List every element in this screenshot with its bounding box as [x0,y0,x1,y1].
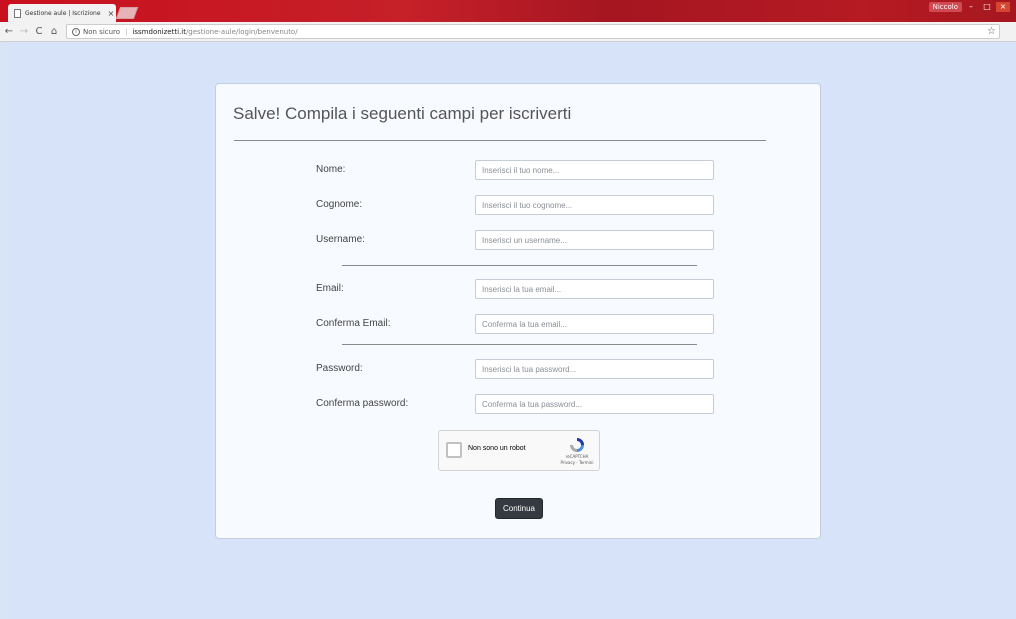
title-divider [234,140,766,141]
bookmark-star-icon[interactable]: ☆ [987,26,996,37]
back-icon[interactable]: ← [3,26,15,37]
confirm-password-input[interactable] [475,394,714,414]
close-window-button[interactable]: × [996,2,1010,12]
minimize-button[interactable]: – [964,2,978,12]
security-status: Non sicuro [83,27,121,36]
password-label: Password: [316,363,363,374]
confirm-email-input[interactable] [475,314,714,334]
section-divider-1 [342,265,697,266]
recaptcha-icon [570,438,584,452]
form-row-nome: Nome: [216,160,822,180]
url-separator: | [125,27,128,36]
address-bar[interactable]: i Non sicuro | issmdonizetti.it /gestion… [66,24,1000,39]
window-controls: Niccolo – □ × [928,2,1010,12]
cognome-label: Cognome: [316,199,363,210]
email-label: Email: [316,283,344,294]
nome-label: Nome: [316,164,346,175]
form-row-cognome: Cognome: [216,195,822,215]
username-input[interactable] [475,230,714,250]
browser-toolbar: ← → C ⌂ i Non sicuro | issmdonizetti.it … [0,22,1016,42]
username-label: Username: [316,234,365,245]
confirm-password-label: Conferma password: [316,398,409,409]
recaptcha-label: Non sono un robot [468,445,526,452]
signup-card: Salve! Compila i seguenti campi per iscr… [215,83,821,539]
section-divider-2 [342,344,697,345]
confirm-email-label: Conferma Email: [316,318,391,329]
nome-input[interactable] [475,160,714,180]
forward-icon[interactable]: → [18,26,30,37]
close-tab-icon[interactable]: × [106,9,116,18]
email-input[interactable] [475,279,714,299]
reload-icon[interactable]: C [33,26,45,37]
page-content: Salve! Compila i seguenti campi per iscr… [7,43,1016,619]
password-input[interactable] [475,359,714,379]
form-row-email: Email: [216,279,822,299]
form-row-confirm-email: Conferma Email: [216,314,822,334]
recaptcha-checkbox[interactable] [446,442,462,458]
info-icon[interactable]: i [72,27,80,36]
browser-tab[interactable]: Gestione aule | Iscrizione × [8,4,116,22]
url-path: /gestione-aule/login/benvenuto/ [185,27,298,36]
new-tab-button[interactable] [115,7,139,19]
recaptcha-brand: reCAPTCHA [565,454,589,459]
tab-title: Gestione aule | Iscrizione [25,9,101,17]
cognome-input[interactable] [475,195,714,215]
profile-button[interactable]: Niccolo [928,2,962,12]
home-icon[interactable]: ⌂ [48,26,60,37]
page-title: Salve! Compila i seguenti campi per iscr… [233,104,572,123]
continue-button[interactable]: Continua [495,498,543,519]
page-icon [14,8,21,18]
form-row-confirm-password: Conferma password: [216,394,822,414]
form-row-username: Username: [216,230,822,250]
form-row-password: Password: [216,359,822,379]
title-bar: Gestione aule | Iscrizione × Niccolo – □… [0,0,1016,22]
recaptcha-widget: Non sono un robot reCAPTCHA Privacy - Te… [438,430,600,471]
url-host: issmdonizetti.it [132,27,186,36]
maximize-button[interactable]: □ [980,2,994,12]
browser-window: Gestione aule | Iscrizione × Niccolo – □… [0,0,1016,619]
recaptcha-links[interactable]: Privacy - Termini [557,460,597,465]
